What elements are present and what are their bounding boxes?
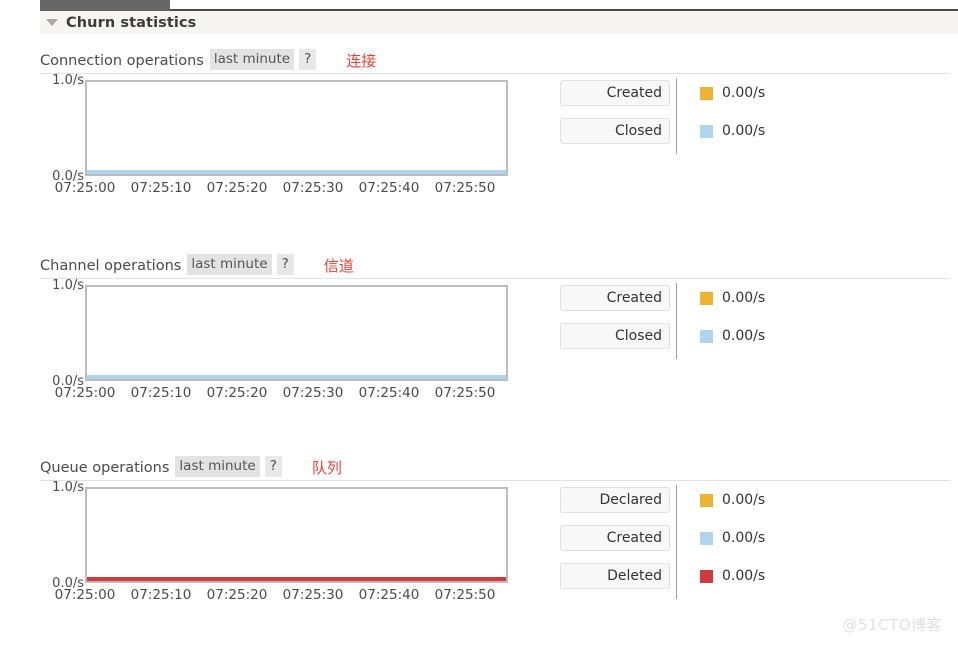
x-tick-label: 07:25:30 [282,180,344,196]
help-icon[interactable]: ? [276,254,294,275]
y-tick-label-top: 1.0/s [52,73,84,88]
x-tick-label: 07:25:50 [434,180,496,196]
block-header: Channel operations last minute? 信道 [40,251,950,279]
block-label: Channel operations [40,258,182,274]
chart-legend: Created 0.00/s Closed 0.00/s [560,78,840,156]
watermark: @51CTO博客 [842,616,942,634]
y-axis: 1.0/s 0.0/s [40,480,84,591]
legend-row: Declared 0.00/s [560,487,840,513]
legend-color-swatch [700,493,713,507]
annotation-note: 连接 [346,52,377,70]
chart-row: 1.0/s 0.0/s 07:25:00 07:25:10 07:25:20 07:25:… [0,480,958,607]
legend-row: Deleted 0.00/s [560,563,840,589]
legend-row: Closed 0.00/s [560,118,840,144]
x-tick-label: 07:25:20 [206,385,268,401]
time-range-badge[interactable]: last minute [187,254,272,275]
legend-series-button[interactable]: Created [560,525,670,551]
x-tick-label: 07:25:40 [358,385,420,401]
x-tick-label: 07:25:00 [54,180,116,196]
x-tick-label: 07:25:00 [54,587,116,603]
time-range-badge[interactable]: last minute [175,456,260,477]
legend-divider [676,78,677,154]
series-baseline [87,170,506,174]
time-range-badge[interactable]: last minute [209,49,295,70]
legend-color-swatch [700,291,713,305]
tab-strip [0,0,958,11]
churn-statistics-header[interactable]: Churn statistics [40,11,958,34]
legend-color-swatch [700,531,713,545]
y-axis: 1.0/s 0.0/s [40,73,84,184]
help-icon[interactable]: ? [264,456,282,477]
legend-color-swatch [700,329,713,343]
help-icon[interactable]: ? [299,49,317,70]
x-tick-label: 07:25:00 [54,385,116,401]
legend-row: Created 0.00/s [560,525,840,551]
y-tick-label-top: 1.0/s [52,278,84,293]
block-label: Connection operations [40,53,204,69]
legend-series-button[interactable]: Created [560,80,670,106]
chart-plot-area[interactable] [85,487,508,583]
x-tick-label: 07:25:10 [130,180,192,196]
chart-legend: Created 0.00/s Closed 0.00/s [560,283,840,361]
annotation-note: 信道 [323,257,354,275]
x-tick-label: 07:25:10 [130,587,192,603]
series-baseline [87,375,506,379]
legend-value: 0.00/s [722,492,766,508]
legend-row: Closed 0.00/s [560,323,840,349]
x-tick-label: 07:25:10 [130,385,192,401]
chart-row: 1.0/s 0.0/s 07:25:00 07:25:10 07:25:20 07:25:… [0,73,958,200]
legend-row: Created 0.00/s [560,80,840,106]
legend-color-swatch [700,86,713,100]
page-title: Churn statistics [66,14,197,31]
churn-block: Connection operations last minute? 连接 1.0/s… [0,46,958,200]
legend-value: 0.00/s [722,123,766,139]
x-tick-label: 07:25:20 [206,587,268,603]
legend-color-swatch [700,124,713,138]
x-tick-label: 07:25:50 [434,385,496,401]
legend-series-button[interactable]: Created [560,285,670,311]
legend-divider [676,283,677,359]
x-tick-label: 07:25:50 [434,587,496,603]
churn-block: Queue operations last minute? 队列 1.0/s 0.0/s… [0,453,958,607]
legend-series-button[interactable]: Declared [560,487,670,513]
legend-value: 0.00/s [722,328,766,344]
churn-block: Channel operations last minute? 信道 1.0/s 0.0… [0,251,958,405]
chart-plot-area[interactable] [85,285,508,381]
x-tick-label: 07:25:20 [206,180,268,196]
legend-series-button[interactable]: Deleted [560,563,670,589]
active-tab[interactable] [40,0,170,11]
x-tick-label: 07:25:40 [358,587,420,603]
legend-series-button[interactable]: Closed [560,323,670,349]
series-baseline [87,577,506,581]
legend-value: 0.00/s [722,85,766,101]
chart-legend: Declared 0.00/s Created 0.00/s Deleted 0.00/s [560,485,840,601]
chart-row: 1.0/s 0.0/s 07:25:00 07:25:10 07:25:20 07:25:… [0,278,958,405]
x-tick-label: 07:25:30 [282,385,344,401]
block-header: Queue operations last minute? 队列 [40,453,950,481]
x-tick-label: 07:25:30 [282,587,344,603]
x-axis: 07:25:00 07:25:10 07:25:20 07:25:30 07:25:40… [47,385,547,401]
x-axis: 07:25:00 07:25:10 07:25:20 07:25:30 07:25:40… [47,587,547,603]
x-tick-label: 07:25:40 [358,180,420,196]
y-axis: 1.0/s 0.0/s [40,278,84,389]
legend-color-swatch [700,569,713,583]
legend-divider [676,485,677,599]
triangle-down-icon[interactable] [46,19,58,26]
x-axis: 07:25:00 07:25:10 07:25:20 07:25:30 07:25:40… [47,180,547,196]
legend-value: 0.00/s [722,568,766,584]
annotation-note: 队列 [311,459,342,477]
legend-series-button[interactable]: Closed [560,118,670,144]
block-label: Queue operations [40,460,170,476]
legend-row: Created 0.00/s [560,285,840,311]
legend-value: 0.00/s [722,290,766,306]
block-header: Connection operations last minute? 连接 [40,46,950,74]
chart-plot-area[interactable] [85,80,508,176]
legend-value: 0.00/s [722,530,766,546]
y-tick-label-top: 1.0/s [52,480,84,495]
